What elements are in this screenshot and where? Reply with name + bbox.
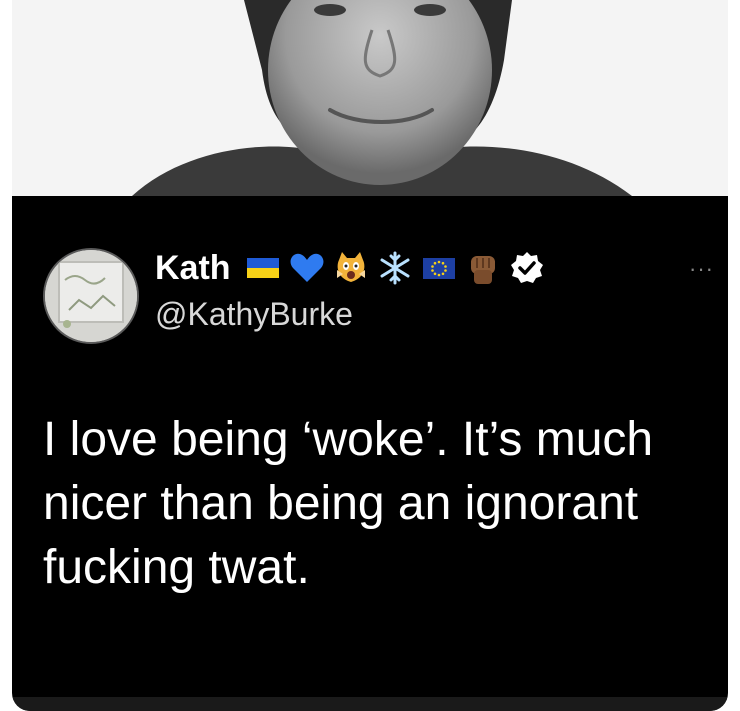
profile-photo [12,0,728,196]
avatar[interactable] [43,248,139,344]
screaming-cat-icon [333,250,369,286]
verified-badge-icon [509,250,545,286]
blue-heart-icon [289,250,325,286]
snowflake-icon [377,250,413,286]
author-handle[interactable]: @KathyBurke [155,296,353,333]
more-options-icon[interactable]: ··· [689,256,714,282]
ukraine-flag-icon [245,250,281,286]
eu-flag-icon [421,250,457,286]
raised-fist-icon [465,250,501,286]
card-bottom-edge [12,697,728,711]
tweet-text: I love being ‘woke’. It’s much nicer tha… [43,413,654,594]
author-name-row: Kath [155,245,545,291]
display-name[interactable]: Kath [155,249,231,288]
tweet-card[interactable]: Kath @KathyBurke ··· I love being ‘woke’… [12,0,728,711]
